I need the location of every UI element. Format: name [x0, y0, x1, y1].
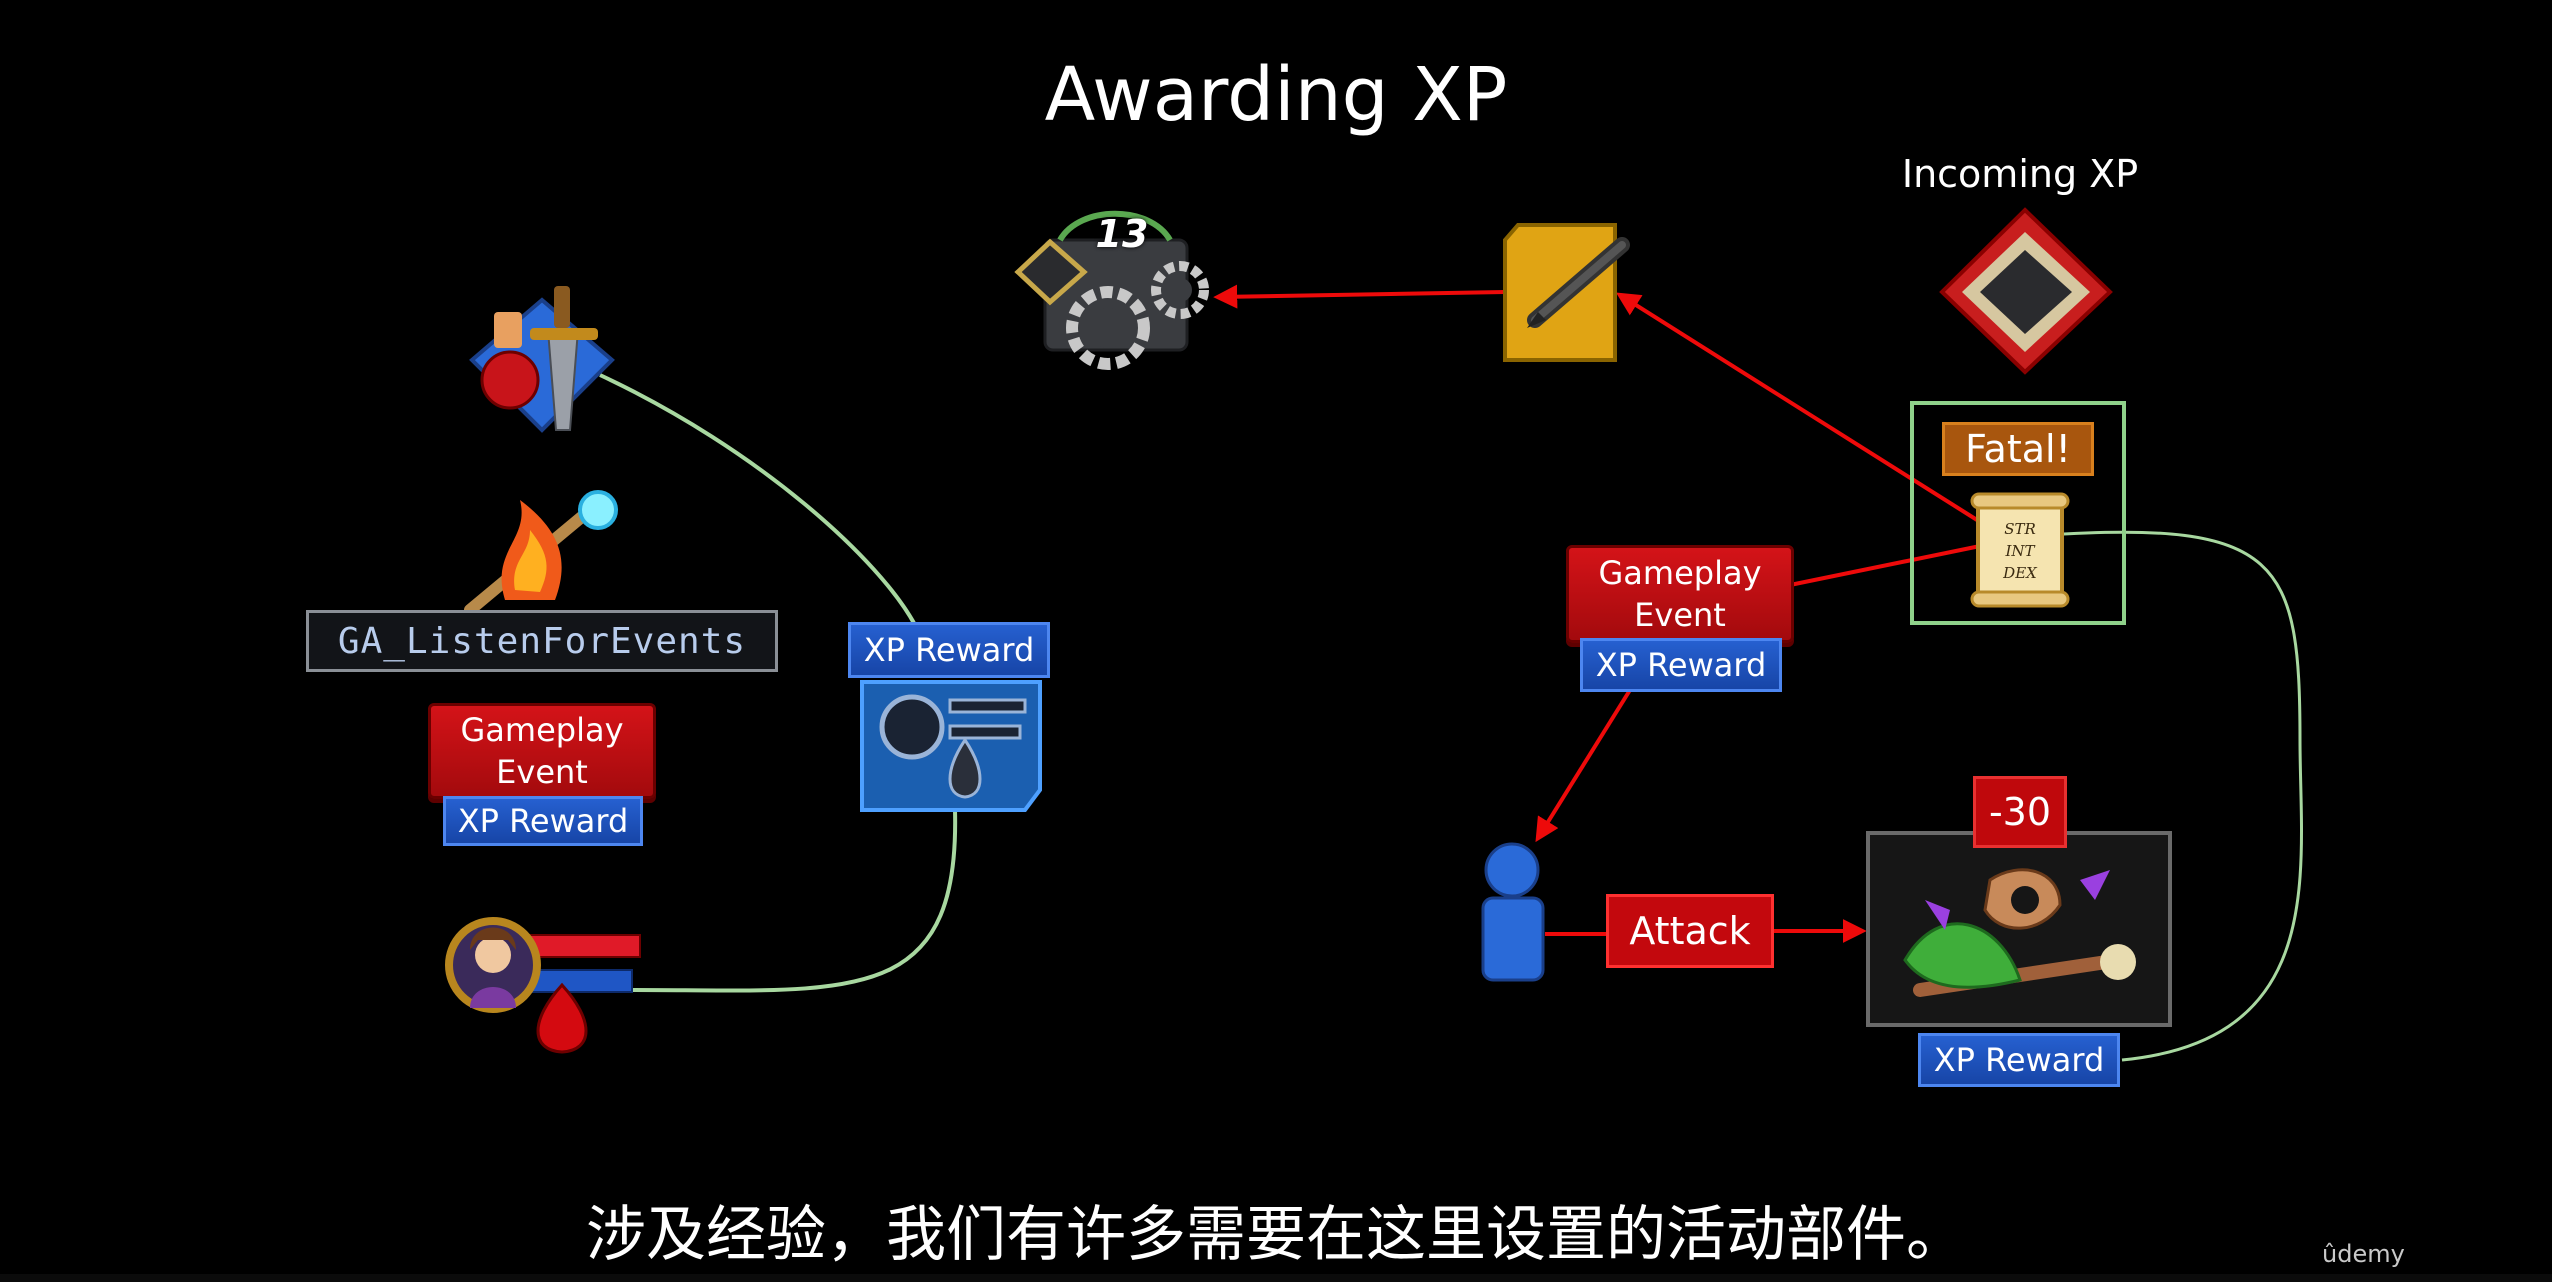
- incoming-xp-label: Incoming XP: [1901, 152, 2139, 196]
- arrow-edit-to-progression: [1213, 284, 1506, 309]
- left-gameplay-event-node[interactable]: Gameplay Event: [428, 703, 656, 799]
- player-pawn-icon: [1481, 842, 1545, 982]
- connector-reward-to-character: [629, 809, 958, 993]
- fire-staff-icon: [464, 490, 618, 616]
- arrow-scroll-to-gameplay-event: [1789, 543, 1986, 587]
- character-portrait-icon: [445, 917, 641, 1054]
- scroll-line-int: INT: [2005, 542, 2035, 560]
- ability-name-box[interactable]: GA_ListenForEvents: [306, 610, 778, 672]
- scroll-line-dex: DEX: [2003, 564, 2037, 582]
- incoming-xp-gem-icon: [1939, 207, 2113, 375]
- enemy-xp-reward-tag[interactable]: XP Reward: [1918, 1033, 2120, 1087]
- left-gameplay-event-label: Gameplay Event: [460, 711, 624, 791]
- scroll-line-str: STR: [2004, 520, 2036, 538]
- scroll-attributes: STR INT DEX: [1982, 518, 2058, 588]
- page-title: Awarding XP: [1044, 52, 1508, 138]
- arrow-scroll-to-edit: [1615, 292, 1987, 527]
- xp-reward-node-icon: [860, 680, 1042, 812]
- udemy-watermark: ûdemy: [2322, 1240, 2405, 1268]
- arrow-event-to-player: [1535, 688, 1632, 843]
- connector-weapon-to-reward: [599, 373, 917, 626]
- right-xp-reward-tag[interactable]: XP Reward: [1580, 638, 1782, 692]
- subtitle-caption: 涉及经验，我们有许多需要在这里设置的活动部件。: [586, 1200, 1966, 1270]
- right-gameplay-event-node[interactable]: Gameplay Event: [1566, 545, 1794, 643]
- fatal-tag[interactable]: Fatal!: [1942, 422, 2094, 476]
- xp-reward-node-tag[interactable]: XP Reward: [848, 622, 1050, 678]
- edit-pencil-icon: [1503, 223, 1630, 362]
- level-badge: 13: [1095, 212, 1149, 256]
- video-progress-bar[interactable]: [0, 1274, 2552, 1282]
- right-gameplay-event-label: Gameplay Event: [1598, 554, 1762, 634]
- diagram-canvas: Awarding XP Incoming XP 13 GA_ListenForE…: [0, 0, 2552, 1282]
- enemy-portrait-icon: [1866, 831, 2172, 1027]
- weapon-potion-icon: [469, 286, 615, 433]
- damage-tag[interactable]: -30: [1973, 776, 2067, 848]
- attack-node[interactable]: Attack: [1606, 894, 1774, 968]
- left-xp-reward-tag[interactable]: XP Reward: [443, 796, 643, 846]
